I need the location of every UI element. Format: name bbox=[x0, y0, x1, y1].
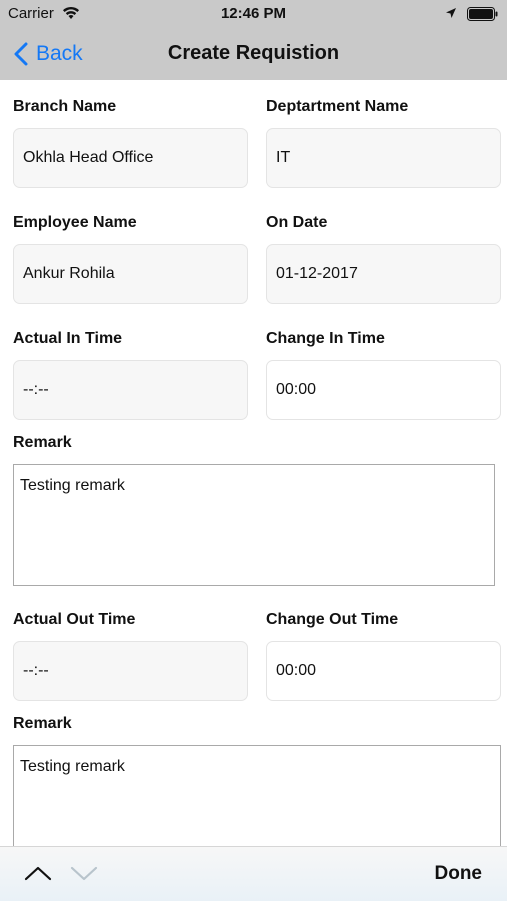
actual-in-time-label: Actual In Time bbox=[13, 330, 123, 347]
change-out-time-label: Change Out Time bbox=[266, 611, 399, 628]
remark-in-label: Remark bbox=[13, 434, 72, 451]
actual-in-time-field[interactable]: --:-- bbox=[13, 360, 248, 420]
actual-out-time-field[interactable]: --:-- bbox=[13, 641, 248, 701]
keyboard-accessory-toolbar: Done bbox=[0, 846, 507, 901]
remark-out-label: Remark bbox=[13, 715, 72, 732]
change-out-time-field[interactable]: 00:00 bbox=[266, 641, 501, 701]
department-name-field[interactable]: IT bbox=[266, 128, 501, 188]
requisition-form: Branch Name Okhla Head Office Deptartmen… bbox=[0, 80, 507, 846]
page-title: Create Requistion bbox=[167, 42, 340, 64]
on-date-label: On Date bbox=[266, 214, 328, 231]
chevron-down-icon bbox=[70, 866, 98, 881]
previous-field-button[interactable] bbox=[24, 865, 52, 886]
navigation-bar: Back Create Requistion bbox=[0, 28, 507, 80]
change-in-time-field[interactable]: 00:00 bbox=[266, 360, 501, 420]
status-bar: Carrier 12:46 PM bbox=[0, 0, 507, 28]
branch-name-label: Branch Name bbox=[13, 98, 117, 115]
chevron-up-icon bbox=[24, 866, 52, 881]
battery-icon bbox=[467, 7, 499, 26]
employee-name-field[interactable]: Ankur Rohila bbox=[13, 244, 248, 304]
on-date-field[interactable]: 01-12-2017 bbox=[266, 244, 501, 304]
remark-out-textarea[interactable]: Testing remark bbox=[13, 745, 501, 846]
location-arrow-icon bbox=[445, 6, 457, 24]
done-button[interactable]: Done bbox=[435, 863, 483, 885]
actual-out-time-label: Actual Out Time bbox=[13, 611, 136, 628]
next-field-button[interactable] bbox=[70, 865, 98, 886]
change-in-time-label: Change In Time bbox=[266, 330, 385, 347]
branch-name-field[interactable]: Okhla Head Office bbox=[13, 128, 248, 188]
employee-name-label: Employee Name bbox=[13, 214, 137, 231]
department-name-label: Deptartment Name bbox=[266, 98, 409, 115]
remark-in-textarea[interactable]: Testing remark bbox=[13, 464, 495, 586]
clock: 12:46 PM bbox=[220, 5, 287, 22]
